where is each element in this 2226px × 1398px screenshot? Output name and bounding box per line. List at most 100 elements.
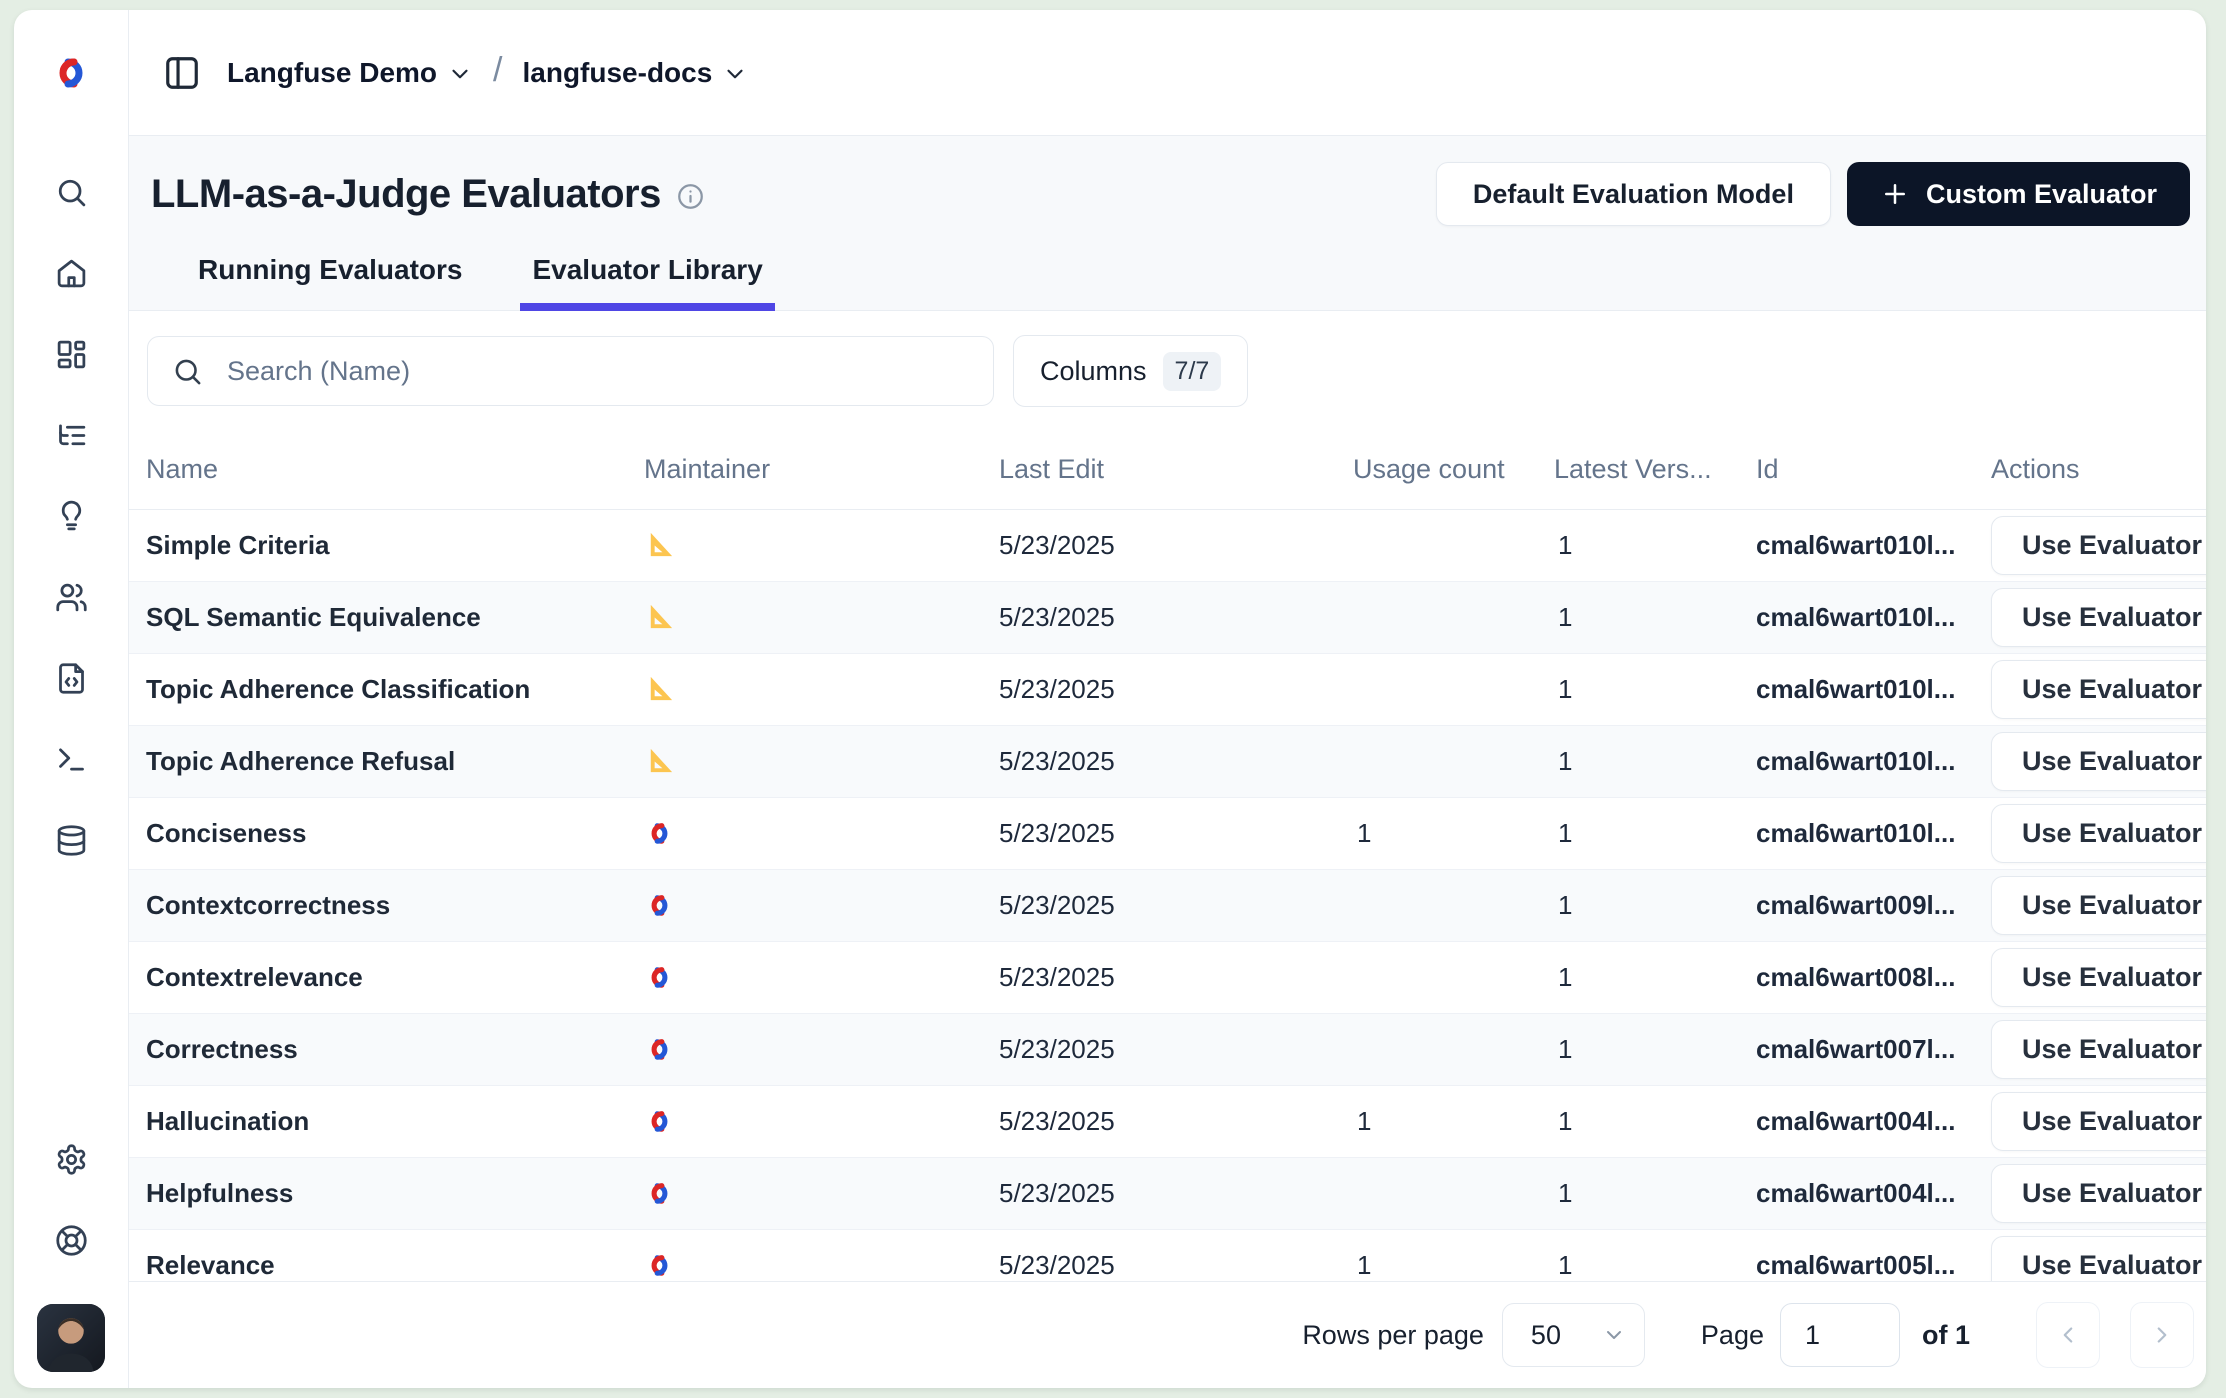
- latest-version: 1: [1554, 530, 1756, 561]
- rows-per-page-label: Rows per page: [1302, 1320, 1484, 1351]
- table-row[interactable]: Hallucination 5/23/2025 1 1 cmal6wart004…: [129, 1086, 2206, 1158]
- latest-version: 1: [1554, 962, 1756, 993]
- table-row[interactable]: Relevance 5/23/2025 1 1 cmal6wart005l...…: [129, 1230, 2206, 1281]
- actions-cell: Use Evaluator: [1991, 660, 2206, 719]
- use-evaluator-button[interactable]: Use Evaluator: [1991, 1164, 2206, 1223]
- last-edit-date: 5/23/2025: [999, 530, 1353, 561]
- project-switcher[interactable]: langfuse-docs: [522, 57, 748, 89]
- table-row[interactable]: Topic Adherence Refusal 5/23/2025 1 cmal…: [129, 726, 2206, 798]
- evaluator-id: cmal6wart010l...: [1756, 674, 1991, 705]
- tab-running-evaluators[interactable]: Running Evaluators: [186, 254, 474, 310]
- actions-cell: Use Evaluator: [1991, 1236, 2206, 1281]
- page-header: LLM-as-a-Judge Evaluators Default Evalua…: [129, 136, 2206, 311]
- plus-icon: [1880, 179, 1910, 209]
- column-header-id[interactable]: Id: [1756, 454, 1991, 485]
- database-icon[interactable]: [54, 823, 88, 857]
- column-header-last-edit[interactable]: Last Edit: [999, 454, 1353, 485]
- search-input[interactable]: [225, 355, 969, 388]
- maintainer-cell: [644, 890, 999, 921]
- usage-count: 1: [1353, 818, 1554, 849]
- use-evaluator-button[interactable]: Use Evaluator: [1991, 804, 2206, 863]
- last-edit-date: 5/23/2025: [999, 890, 1353, 921]
- usage-count: 1: [1353, 1106, 1554, 1137]
- last-edit-date: 5/23/2025: [999, 602, 1353, 633]
- tabs: Running Evaluators Evaluator Library: [151, 254, 2190, 310]
- actions-cell: Use Evaluator: [1991, 876, 2206, 935]
- info-icon[interactable]: [677, 183, 704, 210]
- search-icon[interactable]: [54, 175, 88, 209]
- table-row[interactable]: Simple Criteria 5/23/2025 1 cmal6wart010…: [129, 510, 2206, 582]
- last-edit-date: 5/23/2025: [999, 1106, 1353, 1137]
- dashboard-icon[interactable]: [54, 337, 88, 371]
- use-evaluator-button[interactable]: Use Evaluator: [1991, 588, 2206, 647]
- evaluator-id: cmal6wart004l...: [1756, 1106, 1991, 1137]
- tracing-tree-icon[interactable]: [54, 418, 88, 452]
- table-body: Simple Criteria 5/23/2025 1 cmal6wart010…: [129, 510, 2206, 1281]
- table-row[interactable]: Correctness 5/23/2025 1 cmal6wart007l...…: [129, 1014, 2206, 1086]
- lightbulb-icon[interactable]: [54, 499, 88, 533]
- langfuse-maintainer-icon: [644, 818, 675, 849]
- terminal-icon[interactable]: [54, 742, 88, 776]
- column-header-latest-version[interactable]: Latest Vers...: [1554, 454, 1756, 485]
- tab-evaluator-library[interactable]: Evaluator Library: [520, 254, 774, 311]
- use-evaluator-button[interactable]: Use Evaluator: [1991, 1020, 2206, 1079]
- project-name: langfuse-docs: [522, 57, 712, 89]
- settings-gear-icon[interactable]: [54, 1142, 88, 1176]
- table-row[interactable]: Conciseness 5/23/2025 1 1 cmal6wart010l.…: [129, 798, 2206, 870]
- lifebuoy-icon[interactable]: [54, 1223, 88, 1257]
- table-row[interactable]: Contextcorrectness 5/23/2025 1 cmal6wart…: [129, 870, 2206, 942]
- use-evaluator-button[interactable]: Use Evaluator: [1991, 516, 2206, 575]
- maintainer-cell: [644, 746, 999, 777]
- chevron-right-icon: [2149, 1322, 2175, 1348]
- sidebar-toggle-icon[interactable]: [163, 54, 201, 92]
- app-window: Langfuse Demo / langfuse-docs LLM-as-a-J…: [14, 10, 2206, 1388]
- prev-page-button[interactable]: [2036, 1302, 2100, 1368]
- evaluator-id: cmal6wart004l...: [1756, 1178, 1991, 1209]
- latest-version: 1: [1554, 1178, 1756, 1209]
- maintainer-cell: [644, 818, 999, 849]
- org-switcher[interactable]: Langfuse Demo: [227, 57, 473, 89]
- home-icon[interactable]: [54, 256, 88, 290]
- last-edit-date: 5/23/2025: [999, 1034, 1353, 1065]
- column-header-maintainer[interactable]: Maintainer: [644, 454, 999, 485]
- last-edit-date: 5/23/2025: [999, 818, 1353, 849]
- evaluator-name: Contextcorrectness: [129, 890, 644, 921]
- user-avatar[interactable]: [37, 1304, 105, 1372]
- custom-evaluator-button[interactable]: Custom Evaluator: [1847, 162, 2190, 226]
- columns-button[interactable]: Columns 7/7: [1013, 335, 1248, 407]
- table-row[interactable]: Contextrelevance 5/23/2025 1 cmal6wart00…: [129, 942, 2206, 1014]
- page-input[interactable]: [1780, 1303, 1900, 1367]
- column-header-name[interactable]: Name: [129, 454, 644, 485]
- rows-per-page-select[interactable]: 50: [1502, 1303, 1645, 1367]
- sidebar-bottom: [37, 1142, 105, 1388]
- evaluator-table: Name Maintainer Last Edit Usage count La…: [129, 429, 2206, 1281]
- default-evaluation-model-button[interactable]: Default Evaluation Model: [1436, 162, 1831, 226]
- langfuse-maintainer-icon: [644, 1250, 675, 1281]
- use-evaluator-button[interactable]: Use Evaluator: [1991, 1092, 2206, 1151]
- table-row[interactable]: Helpfulness 5/23/2025 1 cmal6wart004l...…: [129, 1158, 2206, 1230]
- table-row[interactable]: SQL Semantic Equivalence 5/23/2025 1 cma…: [129, 582, 2206, 654]
- last-edit-date: 5/23/2025: [999, 1178, 1353, 1209]
- column-header-usage-count[interactable]: Usage count: [1353, 454, 1554, 485]
- maintainer-cell: [644, 1250, 999, 1281]
- file-code-icon[interactable]: [54, 661, 88, 695]
- use-evaluator-button[interactable]: Use Evaluator: [1991, 1236, 2206, 1281]
- use-evaluator-button[interactable]: Use Evaluator: [1991, 876, 2206, 935]
- table-row[interactable]: Topic Adherence Classification 5/23/2025…: [129, 654, 2206, 726]
- chevron-down-icon: [722, 61, 748, 87]
- evaluator-name: Relevance: [129, 1250, 644, 1281]
- use-evaluator-button[interactable]: Use Evaluator: [1991, 948, 2206, 1007]
- custom-evaluator-label: Custom Evaluator: [1926, 179, 2157, 210]
- maintainer-cell: [644, 962, 999, 993]
- columns-count-badge: 7/7: [1163, 352, 1222, 391]
- use-evaluator-button[interactable]: Use Evaluator: [1991, 732, 2206, 791]
- actions-cell: Use Evaluator: [1991, 1020, 2206, 1079]
- use-evaluator-button[interactable]: Use Evaluator: [1991, 660, 2206, 719]
- next-page-button[interactable]: [2130, 1302, 2194, 1368]
- topbar: Langfuse Demo / langfuse-docs: [129, 10, 2206, 136]
- maintainer-cell: [644, 1178, 999, 1209]
- breadcrumb-separator: /: [493, 51, 502, 90]
- users-icon[interactable]: [54, 580, 88, 614]
- main-area: Langfuse Demo / langfuse-docs LLM-as-a-J…: [129, 10, 2206, 1388]
- search-icon: [172, 356, 203, 387]
